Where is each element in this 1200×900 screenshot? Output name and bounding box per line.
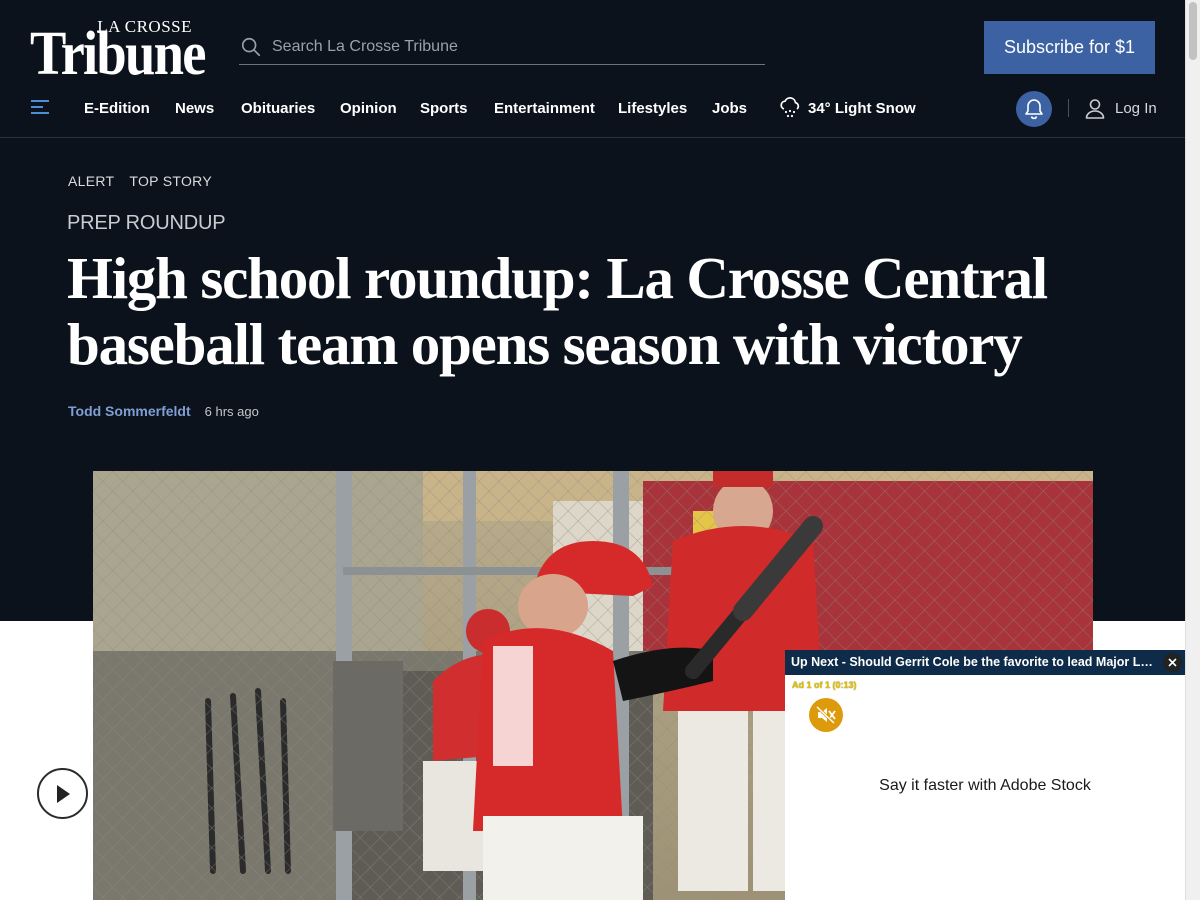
mute-button[interactable] (809, 698, 843, 732)
article-tags: ALERT TOP STORY (68, 173, 212, 189)
article-timestamp: 6 hrs ago (204, 404, 259, 419)
scrollbar-thumb[interactable] (1189, 2, 1197, 60)
page: LA CROSSE Tribune Subscribe for $1 E-Edi… (0, 0, 1185, 900)
nav-item-entertainment[interactable]: Entertainment (494, 100, 595, 117)
article-kicker[interactable]: PREP ROUNDUP (67, 212, 226, 235)
search-bar (239, 30, 765, 65)
tag-top-story[interactable]: TOP STORY (129, 173, 212, 189)
subscribe-button[interactable]: Subscribe for $1 (984, 21, 1155, 74)
muted-speaker-icon (816, 706, 836, 724)
nav-item-obituaries[interactable]: Obituaries (241, 100, 315, 117)
bell-icon (1025, 99, 1043, 120)
ad-message[interactable]: Say it faster with Adobe Stock (785, 777, 1185, 795)
user-icon (1085, 99, 1105, 119)
play-icon (56, 784, 70, 803)
nav-item-opinion[interactable]: Opinion (340, 100, 397, 117)
notifications-button[interactable] (1016, 91, 1052, 127)
video-player[interactable]: Up Next - Should Gerrit Cole be the favo… (785, 650, 1185, 900)
article-headline: High school roundup: La Crosse Central b… (67, 245, 1048, 377)
video-close-button[interactable] (1163, 653, 1182, 672)
up-next-title: Up Next - Should Gerrit Cole be the favo… (791, 655, 1157, 669)
nav-divider (1068, 99, 1069, 117)
site-logo[interactable]: LA CROSSE Tribune (30, 18, 212, 86)
article-byline: Todd Sommerfeldt 6 hrs ago (68, 403, 259, 419)
play-button[interactable] (37, 768, 88, 819)
logo-wordmark: Tribune (30, 20, 206, 88)
snow-cloud-icon (780, 97, 800, 118)
tag-alert[interactable]: ALERT (68, 173, 114, 189)
nav-item-sports[interactable]: Sports (420, 100, 468, 117)
nav-item-news[interactable]: News (175, 100, 214, 117)
hamburger-menu-icon[interactable] (31, 100, 49, 116)
login-link[interactable]: Log In (1085, 98, 1157, 119)
ad-counter: Ad 1 of 1 (0:13) (792, 680, 857, 690)
search-input[interactable] (272, 38, 765, 56)
nav-item-e-edition[interactable]: E-Edition (84, 100, 150, 117)
weather-text: 34° Light Snow (808, 99, 916, 117)
up-next-bar[interactable]: Up Next - Should Gerrit Cole be the favo… (785, 650, 1185, 675)
main-nav: E-Edition News Obituaries Opinion Sports… (0, 88, 1185, 138)
author-link[interactable]: Todd Sommerfeldt (68, 403, 191, 419)
login-label: Log In (1115, 100, 1157, 117)
search-icon[interactable] (240, 36, 262, 58)
close-icon (1168, 658, 1177, 667)
nav-item-lifestyles[interactable]: Lifestyles (618, 100, 687, 117)
page-scrollbar[interactable] (1185, 0, 1200, 900)
weather-widget[interactable]: 34° Light Snow (778, 96, 916, 120)
nav-item-jobs[interactable]: Jobs (712, 100, 747, 117)
